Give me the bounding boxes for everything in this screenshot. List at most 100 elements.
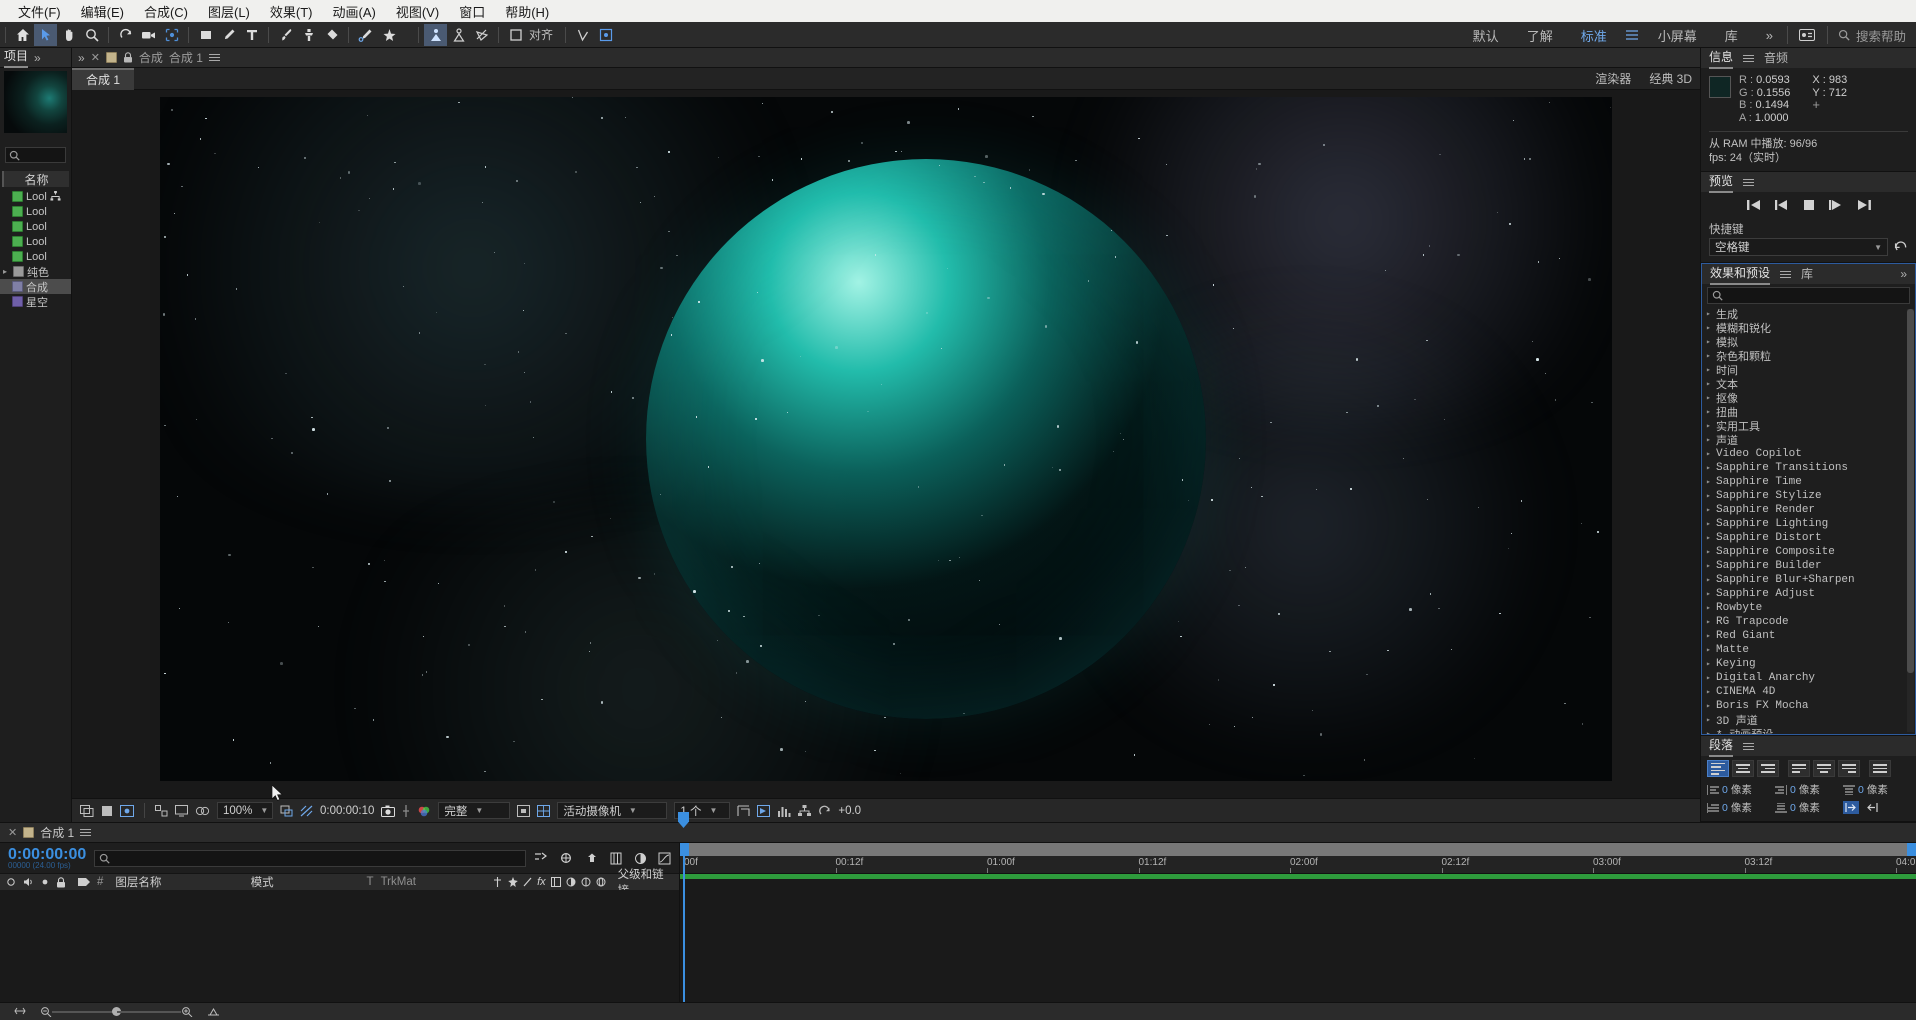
timeline-layer-rows[interactable]	[0, 890, 679, 1002]
menu-item-composition[interactable]: 合成(C)	[134, 1, 198, 22]
enable-frame-blending-icon[interactable]	[610, 852, 623, 865]
camera-select[interactable]: 活动摄像机 ▼	[557, 802, 668, 819]
chevron-right-icon[interactable]: ▸	[1706, 687, 1712, 697]
adjustment-layer-icon[interactable]	[581, 877, 591, 887]
chevron-right-icon[interactable]: ▸	[1706, 435, 1712, 445]
comp-render-marker-icon[interactable]	[207, 1006, 220, 1017]
project-item[interactable]: Lool	[0, 249, 71, 264]
chevron-right-icon[interactable]: ▸	[1706, 715, 1712, 725]
chevron-right-icon[interactable]: ▸	[1706, 575, 1712, 585]
menu-item-window[interactable]: 窗口	[449, 1, 495, 22]
monitor-icon[interactable]	[175, 804, 188, 817]
panel-menu-icon[interactable]	[1780, 269, 1792, 280]
breadcrumb-current[interactable]: 合成 1	[169, 49, 203, 66]
timeline-track-grid[interactable]	[680, 874, 1916, 1002]
panel-menu-icon[interactable]	[1743, 741, 1755, 752]
tab-project[interactable]: 项目	[4, 47, 29, 68]
search-help-box[interactable]: 搜索帮助	[1828, 22, 1916, 48]
shortcut-select[interactable]: 空格键 ▼	[1709, 238, 1888, 256]
panel-menu-icon[interactable]	[1743, 177, 1755, 188]
brush-tool-icon[interactable]	[274, 24, 297, 46]
next-frame-icon[interactable]	[1828, 199, 1843, 211]
histogram-icon[interactable]	[777, 805, 791, 817]
text-direction-rtl-icon[interactable]	[1864, 801, 1880, 814]
eraser-tool-icon[interactable]	[320, 24, 343, 46]
rotation-tool-icon[interactable]	[114, 24, 137, 46]
indent-right-field[interactable]: 0 像素	[1775, 782, 1837, 797]
current-time-display[interactable]: 0:00:00:10	[320, 805, 374, 817]
chevron-right-icon[interactable]: ▸	[1706, 645, 1712, 655]
menu-item-layer[interactable]: 图层(L)	[198, 1, 260, 22]
chevron-right-icon[interactable]: ▸	[1706, 673, 1712, 683]
panel-menu-icon[interactable]	[208, 52, 220, 63]
hide-shy-layers-icon[interactable]	[585, 852, 599, 865]
tab-libraries[interactable]: 库	[1801, 265, 1813, 284]
justify-last-left-button[interactable]	[1788, 760, 1810, 777]
first-line-indent-field[interactable]: 0 像素	[1707, 800, 1769, 815]
effects-category-item[interactable]: ▸ 杂色和颗粒	[1702, 349, 1915, 364]
chevron-right-icon[interactable]: ▸	[1706, 365, 1712, 375]
effects-category-list[interactable]: ▸ 生成 ▸ 模糊和锐化 ▸ 模拟 ▸ 杂色和颗粒 ▸ 时间 ▸ 文本 ▸ 抠像 ▸ 扭曲 ▸ 实用工具 ▸ 声道 ▸ V…	[1702, 307, 1915, 734]
motion-blur-icon[interactable]	[566, 877, 576, 887]
zoom-tool-icon[interactable]	[80, 24, 103, 46]
work-area-end-handle[interactable]	[1907, 843, 1916, 856]
effects-category-item[interactable]: ▸ RG Trapcode	[1702, 615, 1915, 629]
chevron-right-icon[interactable]: ▸	[1706, 309, 1712, 319]
renderer-value[interactable]: 经典 3D	[1649, 70, 1692, 87]
project-search-input[interactable]	[5, 147, 66, 163]
effects-category-item[interactable]: ▸ Keying	[1702, 657, 1915, 671]
puppet-starch-tool-icon[interactable]	[447, 24, 470, 46]
solo-icon[interactable]	[41, 877, 49, 887]
pixel-aspect-icon[interactable]	[737, 804, 750, 817]
effects-category-item[interactable]: ▸ 文本	[1702, 377, 1915, 392]
chevron-right-icon[interactable]: ▸	[1706, 589, 1712, 599]
chevron-right-icon[interactable]: ▸	[3, 267, 10, 276]
chevron-right-icon[interactable]: ▸	[1706, 505, 1712, 515]
quality-icon[interactable]	[523, 877, 532, 887]
clone-stamp-tool-icon[interactable]	[297, 24, 320, 46]
chevron-right-icon[interactable]: ▸	[1706, 463, 1712, 473]
effects-category-item[interactable]: ▸ 抠像	[1702, 391, 1915, 406]
viewer-area[interactable]	[72, 90, 1700, 801]
workspace-overflow-icon[interactable]: »	[1752, 28, 1787, 43]
timeline-zoom-slider[interactable]	[40, 1006, 193, 1017]
tab-info[interactable]: 信息	[1709, 48, 1734, 69]
region-toggle-icon[interactable]	[517, 804, 531, 817]
pen-tool-icon[interactable]	[217, 24, 240, 46]
effects-category-item[interactable]: ▸ Boris FX Mocha	[1702, 699, 1915, 713]
toggle-switches-modes-icon[interactable]	[14, 1006, 26, 1017]
menu-item-help[interactable]: 帮助(H)	[495, 1, 559, 22]
indent-left-field[interactable]: 0 像素	[1707, 782, 1769, 797]
snapshot-view-icon[interactable]	[120, 804, 134, 817]
chevron-right-icon[interactable]: ▸	[1706, 351, 1712, 361]
menu-item-file[interactable]: 文件(F)	[8, 1, 71, 22]
timeline-ruler[interactable]: 00f 00:12f 01:00f 01:12f 02:00f 02:12f 03:00f 0…	[680, 856, 1916, 874]
effects-category-item[interactable]: ▸ CINEMA 4D	[1702, 685, 1915, 699]
effects-category-item[interactable]: ▸ 时间	[1702, 363, 1915, 378]
roto-brush-tool-icon[interactable]	[354, 24, 377, 46]
effects-category-item[interactable]: ▸ Sapphire Blur+Sharpen	[1702, 573, 1915, 587]
effects-category-item[interactable]: ▸ 实用工具	[1702, 419, 1915, 434]
chevron-right-icon[interactable]: ▸	[1706, 491, 1712, 501]
close-icon[interactable]: ✕	[8, 826, 17, 839]
exposure-value[interactable]: +0.0	[838, 805, 861, 817]
space-before-field[interactable]: 0 像素	[1843, 782, 1905, 797]
workspace-small-screen[interactable]: 小屏幕	[1644, 26, 1711, 45]
justify-last-right-button[interactable]	[1838, 760, 1860, 777]
workspace-edit-icon[interactable]	[1796, 24, 1819, 46]
project-column-name[interactable]: 名称	[2, 171, 69, 187]
selection-tool-icon[interactable]	[34, 23, 57, 46]
project-item-starfield[interactable]: 星空	[0, 294, 71, 309]
chevron-right-icon[interactable]: ▸	[1706, 337, 1712, 347]
shape-tool-icon[interactable]	[194, 24, 217, 46]
workspace-learn[interactable]: 了解	[1513, 26, 1567, 45]
align-right-button[interactable]	[1757, 760, 1779, 777]
breadcrumb-root[interactable]: 合成	[139, 49, 163, 66]
collapse-transform-icon[interactable]	[508, 877, 518, 887]
lock-icon[interactable]	[123, 52, 133, 63]
align-left-button[interactable]	[1707, 760, 1729, 777]
effects-category-item[interactable]: ▸ Red Giant	[1702, 629, 1915, 643]
chevron-right-icon[interactable]: ▸	[1706, 631, 1712, 641]
menu-item-edit[interactable]: 编辑(E)	[71, 1, 134, 22]
main-viewer-toggle[interactable]	[80, 804, 94, 817]
